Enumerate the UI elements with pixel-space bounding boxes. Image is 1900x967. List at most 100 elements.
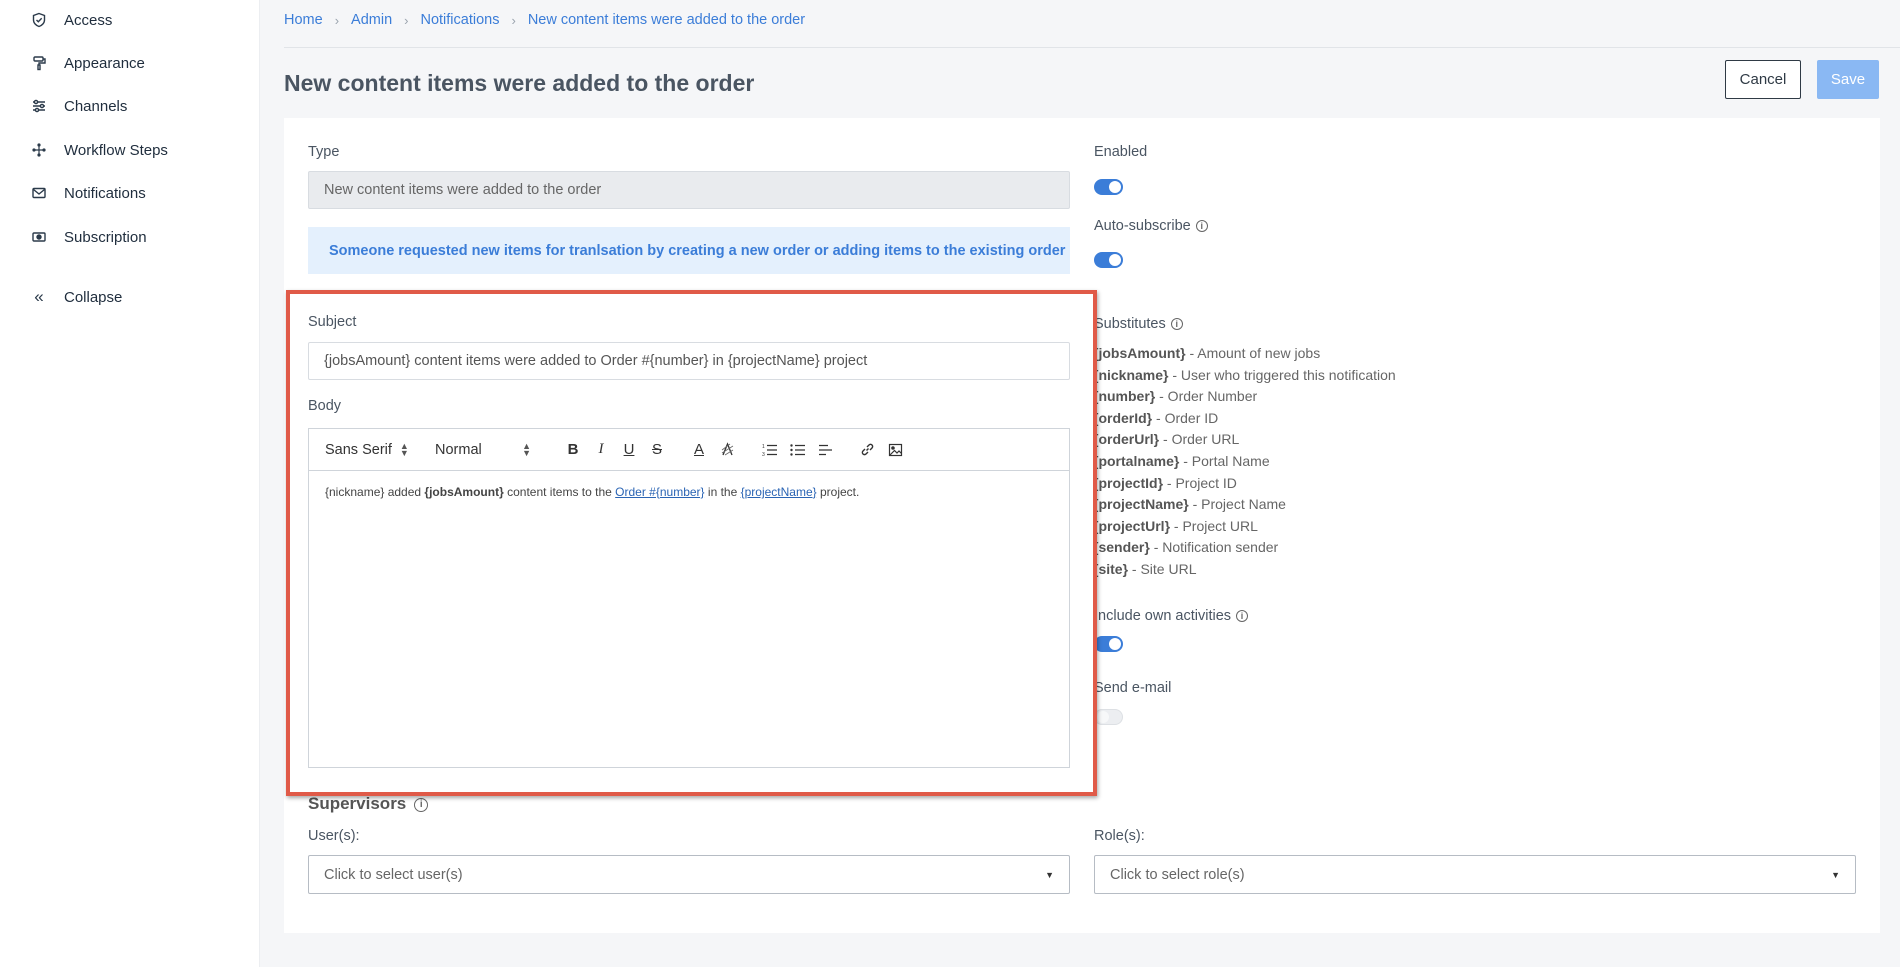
substitute-item: {number} - Order Number [1093,386,1396,408]
sidebar: Access Appearance Channels Workflow Step… [0,0,260,967]
collapse-button[interactable]: « Collapse [30,285,122,309]
font-size-value: Normal [435,441,482,458]
info-icon[interactable]: i [1236,610,1249,623]
substitute-key: {jobsAmount} [1093,345,1186,361]
bullet-list-icon[interactable] [783,438,811,462]
bold-icon[interactable]: B [559,438,587,462]
sidebar-item-label: Workflow Steps [64,141,168,159]
roles-select[interactable]: Click to select role(s) ▼ [1094,855,1856,894]
subject-input[interactable]: {jobsAmount} content items were added to… [308,342,1070,380]
substitute-desc: - Site URL [1128,560,1197,577]
substitute-key: {sender} [1093,539,1150,556]
sidebar-item-label: Appearance [64,54,145,72]
envelope-icon [30,184,48,202]
font-size-select[interactable]: Normal ▲ ▼ [435,441,531,458]
breadcrumb-notifications[interactable]: Notifications [420,12,499,28]
substitute-key: {orderUrl} [1093,431,1160,448]
substitute-desc: - Project Name [1188,496,1286,513]
substitute-key: {projectId} [1093,474,1164,491]
editor-toolbar: Sans Serif ▲ ▼ Normal ▲ ▼ B I U S A 1 3 [309,429,1069,471]
breadcrumb-home[interactable]: Home [284,12,323,28]
info-icon[interactable]: i [414,797,429,812]
sidebar-item-channels[interactable]: Channels [30,94,127,118]
body-project-link[interactable]: {projectName} [741,485,817,499]
strikethrough-icon[interactable]: S [643,438,671,462]
substitute-item: {jobsAmount} - Amount of new jobs [1093,343,1396,365]
notification-form-card: Type New content items were added to the… [284,118,1880,933]
include-own-text: Include own activities [1094,608,1232,624]
font-family-select[interactable]: Sans Serif ▲ ▼ [325,441,421,458]
image-icon[interactable] [881,438,909,462]
substitute-item: {projectUrl} - Project URL [1093,516,1396,538]
substitute-desc: - Portal Name [1179,452,1270,469]
send-email-label: Send e-mail [1094,680,1172,696]
supervisors-title: Supervisors [308,794,407,813]
main-content: Home › Admin › Notifications › New conte… [260,0,1900,967]
substitute-item: {projectId} - Project ID [1093,473,1396,495]
info-icon[interactable]: i [1195,220,1208,233]
body-label: Body [308,398,342,414]
substitute-item: {portalname} - Portal Name [1093,451,1396,473]
underline-icon[interactable]: U [615,438,643,462]
ordered-list-icon[interactable]: 13 [755,438,783,462]
save-button[interactable]: Save [1817,60,1879,99]
substitute-key: {projectName} [1093,496,1189,513]
body-text: content items to the [503,485,616,499]
substitute-desc: - Project URL [1170,517,1258,534]
sidebar-item-label: Notifications [64,184,146,202]
include-own-toggle[interactable] [1094,636,1123,652]
type-field: New content items were added to the orde… [308,171,1070,209]
send-email-toggle[interactable] [1094,709,1123,725]
roles-select-placeholder: Click to select role(s) [1110,866,1245,883]
paint-roller-icon [30,54,48,72]
align-left-icon[interactable] [811,438,839,462]
auto-subscribe-toggle[interactable] [1094,252,1123,268]
substitute-desc: - Amount of new jobs [1185,345,1321,361]
sidebar-item-label: Access [64,11,113,29]
users-select-placeholder: Click to select user(s) [324,866,463,883]
body-text: project. [816,485,860,499]
breadcrumb-admin[interactable]: Admin [351,12,392,28]
substitutes-label: Substitutes i [1094,316,1183,332]
sidebar-item-appearance[interactable]: Appearance [30,51,145,75]
substitute-item: {sender} - Notification sender [1093,537,1396,559]
substitute-key: {site} [1093,560,1129,577]
chevron-right-icon: › [334,12,340,28]
body-bold-placeholder: {jobsAmount} [424,485,504,499]
substitute-key: {orderId} [1093,409,1153,426]
users-label: User(s): [308,828,360,844]
auto-subscribe-label: Auto-subscribe i [1094,218,1208,234]
substitute-key: {projectUrl} [1093,517,1171,534]
body-editor-content[interactable]: {nickname} added {jobsAmount} content it… [309,471,1069,513]
link-icon[interactable] [853,438,881,462]
sidebar-item-access[interactable]: Access [30,8,112,32]
italic-icon[interactable]: I [587,438,615,462]
substitute-key: {number} [1093,388,1156,405]
cancel-button[interactable]: Cancel [1725,60,1801,99]
breadcrumb-current[interactable]: New content items were added to the orde… [528,12,805,28]
sidebar-item-workflow-steps[interactable]: Workflow Steps [30,138,168,162]
substitute-desc: - Order Number [1155,388,1258,405]
text-color-icon[interactable]: A [685,438,713,462]
caret-down-icon: ▼ [1831,869,1840,880]
sidebar-item-subscription[interactable]: Subscription [30,225,147,249]
enabled-toggle[interactable] [1094,179,1123,195]
substitute-item: {orderUrl} - Order URL [1093,429,1396,451]
users-select[interactable]: Click to select user(s) ▼ [308,855,1070,894]
substitute-desc: - Notification sender [1149,539,1279,556]
info-icon[interactable]: i [1170,318,1183,331]
substitute-item: {orderId} - Order ID [1093,408,1396,430]
collapse-label: Collapse [64,288,123,306]
sidebar-item-notifications[interactable]: Notifications [30,181,146,205]
shield-check-icon [30,11,48,29]
background-color-icon[interactable] [713,438,741,462]
substitute-desc: - Order ID [1152,409,1219,426]
type-label: Type [308,144,340,160]
substitute-desc: - Project ID [1163,474,1237,491]
auto-subscribe-text: Auto-subscribe [1094,218,1191,234]
body-order-link[interactable]: Order #{number} [615,485,704,499]
substitute-key: {portalname} [1093,452,1180,469]
include-own-label: Include own activities i [1094,608,1249,624]
substitute-desc: - Order URL [1159,431,1240,448]
svg-text:1: 1 [762,444,765,450]
